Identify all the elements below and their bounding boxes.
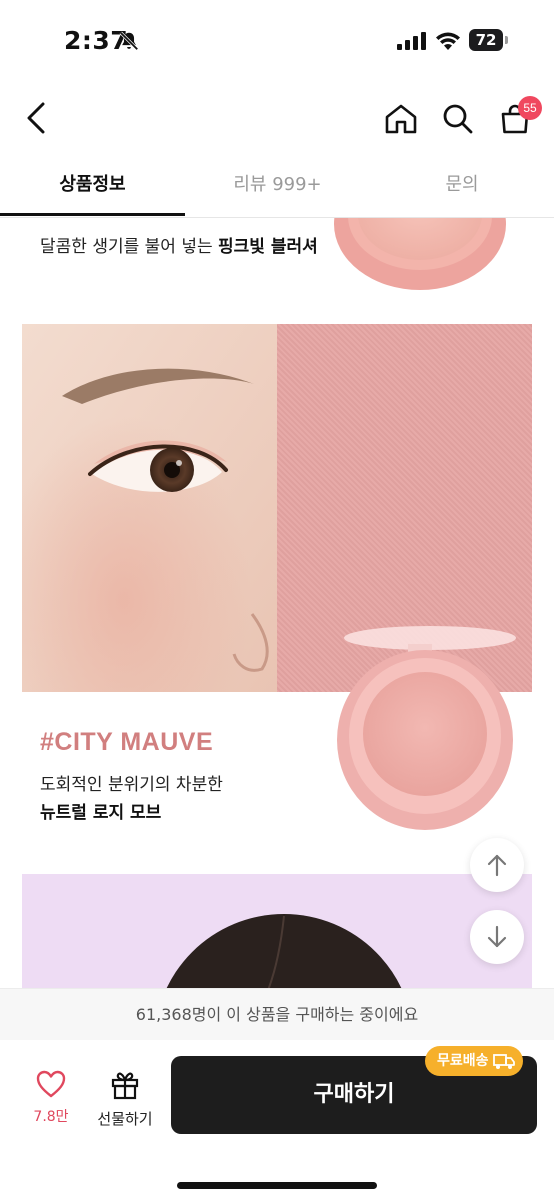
purchase-count-notice: 61,368명이 이 상품을 구매하는 중이에요 [0,988,554,1040]
gift-button[interactable]: 선물하기 [92,1070,158,1130]
scroll-to-top-button[interactable] [470,838,524,892]
model-head-photo [22,874,532,988]
arrow-up-icon [487,854,507,877]
search-button[interactable] [437,98,479,140]
model-eye-photo [22,324,277,692]
home-button[interactable] [380,98,422,140]
tagline-bold: 핑크빛 블러셔 [218,237,318,257]
gift-icon [111,1072,139,1100]
shade-description: 도회적인 분위기의 차분한 [40,775,223,795]
home-indicator [177,1182,377,1189]
battery-level: 72 [475,31,497,49]
cart-count-badge: 55 [518,96,542,120]
free-shipping-label: 무료배송 [437,1053,489,1069]
wifi-icon [436,32,460,50]
bell-off-icon [119,31,139,51]
shade-name: 뉴트럴 로지 모브 [40,803,162,823]
heart-icon [36,1070,66,1098]
tab-reviews[interactable]: 리뷰 999+ [185,158,370,216]
city-mauve-compact-image [337,626,516,830]
active-tab-indicator [0,213,185,216]
chevron-left-icon [27,102,45,134]
status-bar: 2:37 72 [0,0,554,84]
scroll-to-bottom-button[interactable] [470,910,524,964]
back-button[interactable] [16,96,56,140]
gift-label: 선물하기 [97,1110,153,1128]
home-icon [385,104,417,134]
tagline: 달콤한 생기를 불어 넣는 핑크빛 블러셔 [40,232,318,257]
nav-bar [0,84,554,154]
truck-icon [492,1054,515,1069]
blush-compact-image [334,218,506,290]
free-shipping-badge: 무료배송 [425,1046,523,1076]
tab-bar: 상품정보 리뷰 999+ 문의 [0,158,554,218]
tab-inquiry[interactable]: 문의 [370,158,554,216]
like-button[interactable]: 7.8만 [22,1070,80,1130]
battery-icon: 72 [469,29,509,51]
bottom-action-bar: 7.8만 선물하기 구매하기 무료배송 [0,1040,554,1200]
shade-title: #CITY MAUVE [40,728,214,756]
signal-icon [397,32,426,50]
like-count: 7.8만 [33,1109,69,1125]
search-icon [443,104,473,134]
tab-product-info[interactable]: 상품정보 [0,158,185,216]
arrow-down-icon [487,925,507,948]
tagline-text: 달콤한 생기를 불어 넣는 [40,237,219,257]
